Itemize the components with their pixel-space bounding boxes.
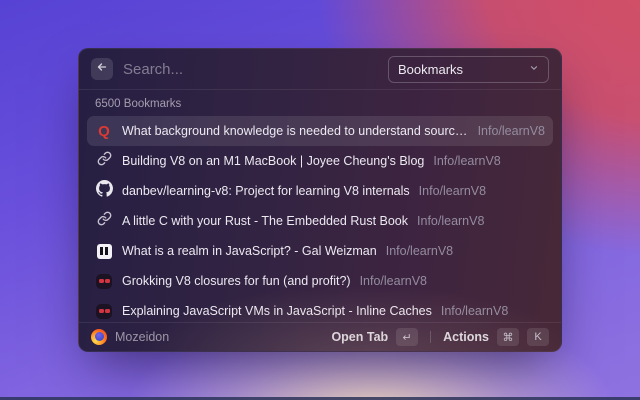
arrow-left-icon [96,60,108,78]
app-name: Mozeidon [115,330,170,344]
section-header: 6500 Bookmarks [95,98,182,110]
item-title: What background knowledge is needed to u… [122,124,469,138]
list-item[interactable]: Grokking V8 closures for fun (and profit… [87,266,553,296]
item-title: Explaining JavaScript VMs in JavaScript … [122,304,432,318]
goggles-icon [95,272,113,290]
list-item[interactable]: What is a realm in JavaScript? - Gal Wei… [87,236,553,266]
list-item[interactable]: Building V8 on an M1 MacBook | Joyee Che… [87,146,553,176]
chevron-down-icon [529,60,539,78]
item-subtitle: Info/learnV8 [440,304,509,318]
link-icon [95,151,113,170]
github-icon [95,180,113,200]
item-subtitle: Info/learnV8 [385,244,454,258]
item-title: What is a realm in JavaScript? - Gal Wei… [122,244,377,258]
k-key-icon: K [527,328,549,346]
list-item[interactable]: Explaining JavaScript VMs in JavaScript … [87,296,553,322]
item-subtitle: Info/learnV8 [477,124,545,138]
item-title: Grokking V8 closures for fun (and profit… [122,274,351,288]
item-subtitle: Info/learnV8 [417,214,485,228]
search-input[interactable] [123,60,378,78]
list-item[interactable]: A little C with your Rust - The Embedded… [87,206,553,236]
bookmark-list: Q What background knowledge is needed to… [79,114,561,322]
enter-key-icon: ↵ [396,328,419,346]
firefox-icon [91,329,107,345]
list-item[interactable]: danbev/learning-v8: Project for learning… [87,176,553,206]
quora-icon: Q [98,122,110,140]
pause-icon [95,242,113,260]
link-icon [95,211,113,230]
cmd-key-icon: ⌘ [497,328,519,346]
footer: Mozeidon Open Tab ↵ Actions ⌘ K [79,323,561,351]
item-subtitle: Info/learnV8 [418,184,487,198]
footer-separator [430,331,432,343]
item-title: danbev/learning-v8: Project for learning… [122,184,410,198]
header: Bookmarks [79,49,561,89]
item-subtitle: Info/learnV8 [433,154,501,168]
actions-button[interactable]: Actions [443,330,489,344]
open-tab-button[interactable]: Open Tab [331,330,388,344]
back-button[interactable] [91,58,113,80]
item-title: A little C with your Rust - The Embedded… [122,214,409,228]
list-item[interactable]: Q What background knowledge is needed to… [87,116,553,146]
item-subtitle: Info/learnV8 [359,274,427,288]
goggles-icon [95,302,113,320]
mode-dropdown-value: Bookmarks [398,61,464,77]
launcher-window: Bookmarks 6500 Bookmarks Q What backgrou… [78,48,562,352]
mode-dropdown[interactable]: Bookmarks [388,55,549,83]
item-title: Building V8 on an M1 MacBook | Joyee Che… [122,154,425,168]
